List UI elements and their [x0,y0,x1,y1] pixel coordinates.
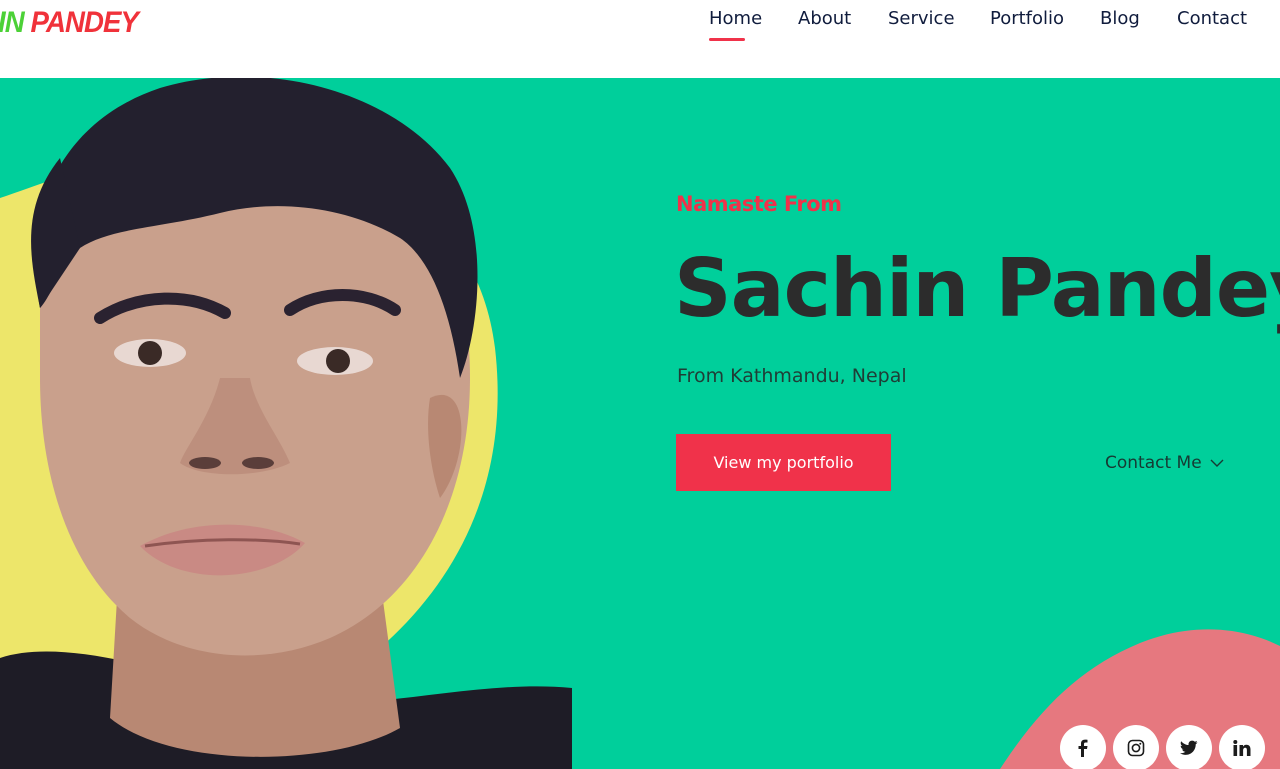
site-logo[interactable]: IN PANDEY [0,6,139,40]
nav-contact[interactable]: Contact [1177,8,1247,29]
linkedin-icon [1233,740,1251,756]
twitter-icon [1180,740,1198,755]
logo-part-first: IN [0,6,25,39]
contact-me-link[interactable]: Contact Me [1105,451,1224,475]
logo-part-second: PANDEY [23,6,139,39]
nav-portfolio[interactable]: Portfolio [990,8,1064,29]
nav-blog[interactable]: Blog [1100,8,1140,29]
chevron-down-icon [1210,459,1224,467]
facebook-link[interactable] [1060,725,1106,769]
facebook-icon [1078,739,1088,757]
nav-about[interactable]: About [798,8,851,29]
site-header: IN PANDEY Home About Service Portfolio B… [0,0,1280,78]
nav-active-indicator [709,38,745,41]
instagram-icon [1127,739,1145,757]
nav-home[interactable]: Home [709,8,762,29]
view-portfolio-button[interactable]: View my portfolio [676,434,891,491]
hero-section: Namaste From Sachin Pandey From Kathmand… [0,78,1280,769]
hero-location: From Kathmandu, Nepal [677,365,907,387]
linkedin-link[interactable] [1219,725,1265,769]
instagram-link[interactable] [1113,725,1159,769]
contact-me-label: Contact Me [1105,453,1202,473]
hero-greeting: Namaste From [676,192,842,216]
hero-name-heading: Sachin Pandey [674,242,1280,335]
nav-service[interactable]: Service [888,8,955,29]
profile-photo [0,78,572,769]
twitter-link[interactable] [1166,725,1212,769]
